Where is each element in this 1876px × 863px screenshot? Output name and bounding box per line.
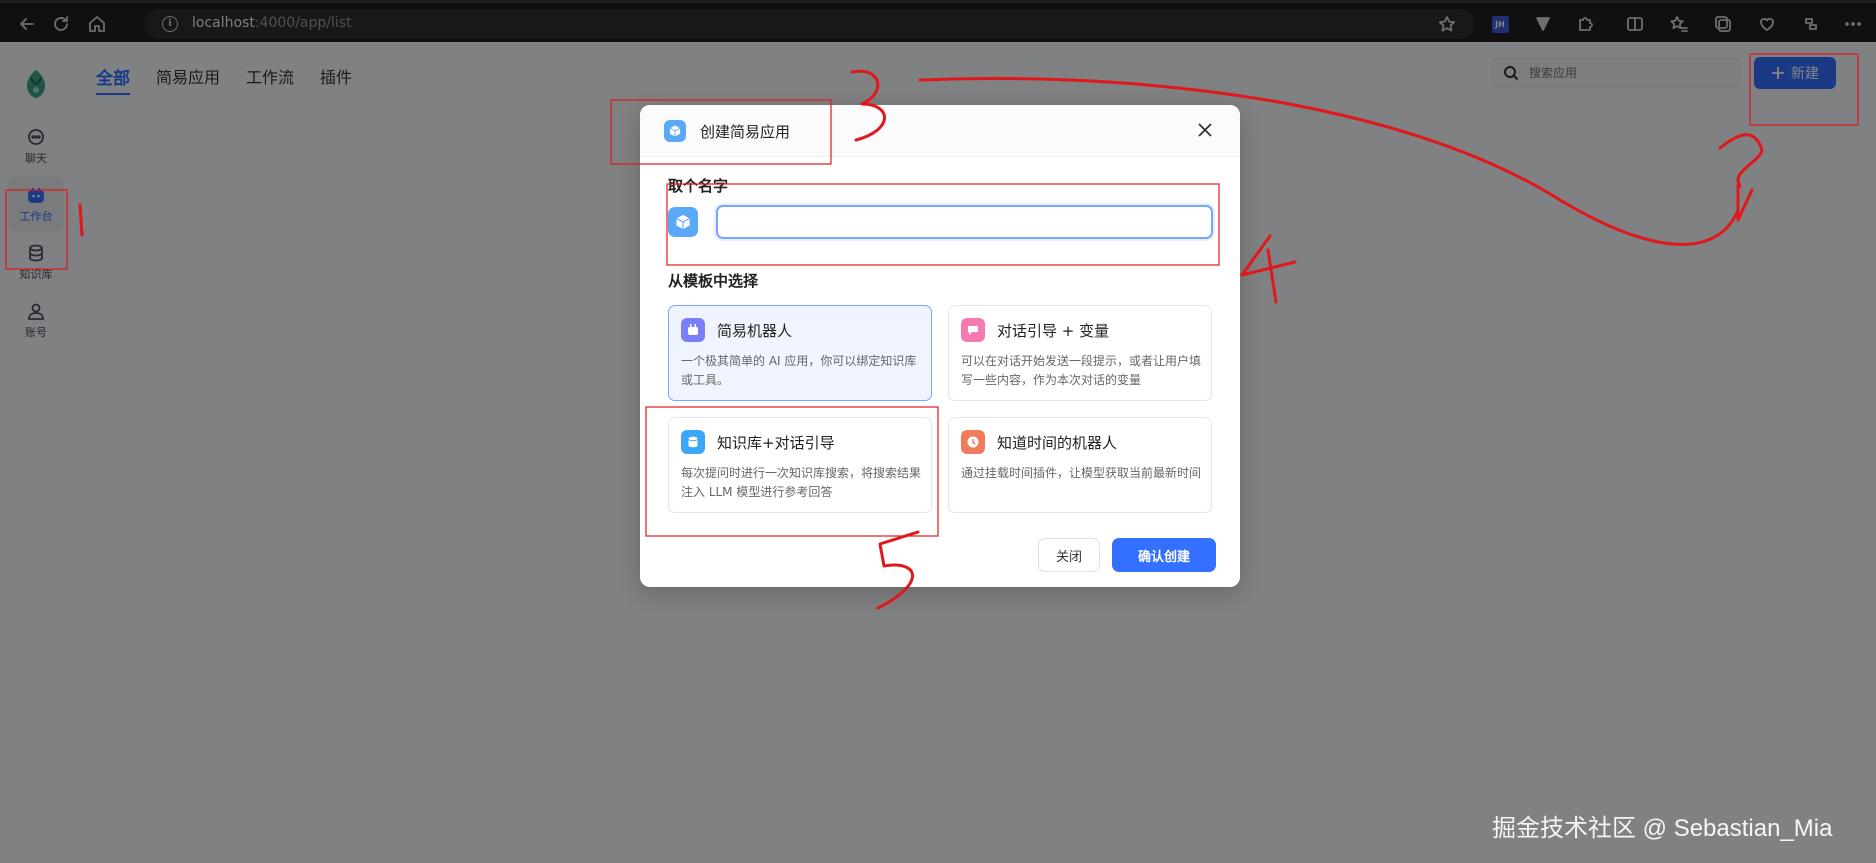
confirm-create-button[interactable]: 确认创建 xyxy=(1112,538,1216,572)
close-button[interactable]: 关闭 xyxy=(1038,538,1100,572)
robot-icon xyxy=(681,318,705,342)
database-icon xyxy=(681,430,705,454)
template-title: 知道时间的机器人 xyxy=(997,434,1118,452)
close-icon[interactable] xyxy=(1196,121,1214,139)
clock-icon xyxy=(961,430,985,454)
dialog-header: 创建简易应用 xyxy=(640,105,1240,157)
template-desc: 可以在对话开始发送一段提示，或者让用户填写一些内容，作为本次对话的变量 xyxy=(961,354,1202,387)
app-name-input[interactable] xyxy=(716,205,1213,239)
template-title: 对话引导 + 变量 xyxy=(997,322,1110,340)
name-label: 取个名字 xyxy=(668,177,729,195)
template-label: 从模板中选择 xyxy=(668,272,759,290)
template-card-chat-guide[interactable]: 对话引导 + 变量 可以在对话开始发送一段提示，或者让用户填写一些内容，作为本次… xyxy=(948,305,1212,401)
template-title: 知识库+对话引导 xyxy=(717,434,835,452)
app-avatar-picker[interactable] xyxy=(668,207,698,237)
template-card-knowledge-guide[interactable]: 知识库+对话引导 每次提问时进行一次知识库搜索，将搜索结果注入 LLM 模型进行… xyxy=(668,417,932,513)
chat-guide-icon xyxy=(961,318,985,342)
template-card-simple-robot[interactable]: 简易机器人 一个极其简单的 AI 应用，你可以绑定知识库或工具。 xyxy=(668,305,932,401)
dialog-title: 创建简易应用 xyxy=(700,123,791,141)
template-card-time-robot[interactable]: 知道时间的机器人 通过挂载时间插件，让模型获取当前最新时间 xyxy=(948,417,1212,513)
template-desc: 每次提问时进行一次知识库搜索，将搜索结果注入 LLM 模型进行参考回答 xyxy=(681,466,922,499)
create-simple-app-dialog: 创建简易应用 取个名字 从模板中选择 简易机器人 一个极其简单的 AI 应用，你… xyxy=(640,105,1240,587)
template-title: 简易机器人 xyxy=(717,322,793,340)
template-desc: 通过挂载时间插件，让模型获取当前最新时间 xyxy=(961,466,1202,480)
cube-icon xyxy=(664,120,686,142)
watermark-text: 掘金技术社区 @ Sebastian_Mia xyxy=(1492,815,1833,842)
template-desc: 一个极其简单的 AI 应用，你可以绑定知识库或工具。 xyxy=(681,354,917,387)
